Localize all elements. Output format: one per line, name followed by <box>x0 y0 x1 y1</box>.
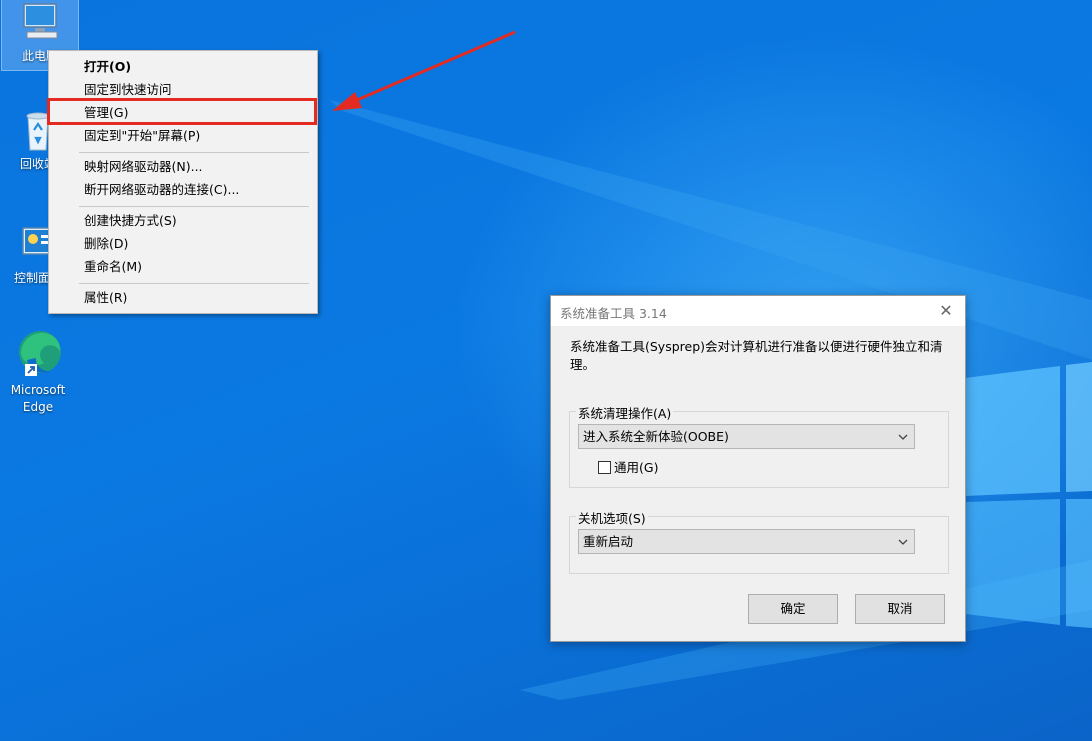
cleanup-action-value: 进入系统全新体验(OOBE) <box>583 429 729 444</box>
menu-item-create-shortcut[interactable]: 创建快捷方式(S) <box>49 210 317 232</box>
shutdown-options-value: 重新启动 <box>583 534 634 549</box>
menu-item-pin-quick-access[interactable]: 固定到快速访问 <box>49 79 317 101</box>
dialog-titlebar[interactable]: 系统准备工具 3.14 ✕ <box>551 296 965 326</box>
generalize-checkbox-row[interactable]: 通用(G) <box>598 460 658 476</box>
sysprep-dialog: 系统准备工具 3.14 ✕ 系统准备工具(Sysprep)会对计算机进行准备以便… <box>550 295 966 642</box>
chevron-down-icon <box>895 425 911 448</box>
desktop-icon-edge[interactable]: Microsoft Edge <box>0 328 76 416</box>
cleanup-action-select[interactable]: 进入系统全新体验(OOBE) <box>578 424 915 449</box>
menu-item-delete[interactable]: 删除(D) <box>49 233 317 255</box>
menu-separator <box>79 206 309 207</box>
shutdown-options-group: 关机选项(S) 重新启动 <box>569 508 949 574</box>
cancel-button[interactable]: 取消 <box>855 594 945 624</box>
cleanup-action-group: 系统清理操作(A) 进入系统全新体验(OOBE) 通用(G) <box>569 403 949 488</box>
shutdown-options-select[interactable]: 重新启动 <box>578 529 915 554</box>
generalize-checkbox-label: 通用(G) <box>614 460 659 475</box>
chevron-down-icon <box>895 530 911 553</box>
menu-item-map-network-drive[interactable]: 映射网络驱动器(N)... <box>49 156 317 178</box>
ok-button[interactable]: 确定 <box>748 594 838 624</box>
generalize-checkbox[interactable] <box>598 461 611 474</box>
menu-separator <box>79 152 309 153</box>
menu-item-disconnect-network-drive[interactable]: 断开网络驱动器的连接(C)... <box>49 179 317 201</box>
menu-item-properties[interactable]: 属性(R) <box>49 287 317 309</box>
context-menu: 打开(O) 固定到快速访问 管理(G) 固定到"开始"屏幕(P) 映射网络驱动器… <box>48 50 318 314</box>
menu-separator <box>79 283 309 284</box>
close-button[interactable]: ✕ <box>933 299 959 323</box>
edge-icon <box>13 328 63 380</box>
shutdown-options-legend: 关机选项(S) <box>576 508 648 527</box>
dialog-description: 系统准备工具(Sysprep)会对计算机进行准备以便进行硬件独立和清理。 <box>570 339 943 372</box>
menu-item-manage[interactable]: 管理(G) <box>49 102 317 124</box>
menu-item-rename[interactable]: 重命名(M) <box>49 256 317 278</box>
menu-item-pin-start[interactable]: 固定到"开始"屏幕(P) <box>49 125 317 147</box>
this-pc-icon <box>15 0 65 46</box>
cleanup-action-legend: 系统清理操作(A) <box>576 403 674 422</box>
close-icon: ✕ <box>939 301 953 320</box>
dialog-title: 系统准备工具 3.14 <box>560 306 667 321</box>
desktop-icon-label: Microsoft Edge <box>10 383 66 414</box>
menu-item-open[interactable]: 打开(O) <box>49 56 317 78</box>
